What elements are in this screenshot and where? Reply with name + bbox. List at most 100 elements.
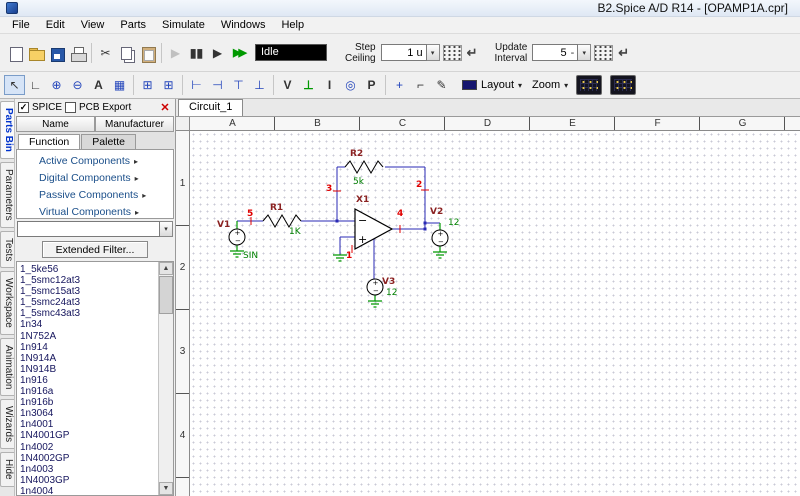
menu-item[interactable]: File [4,18,38,32]
part-list-item[interactable]: 1n916 [20,375,158,386]
layout-dropdown[interactable]: Layout ▾ [462,79,522,91]
category-item[interactable]: Active Components▸ [17,153,173,170]
v1-value[interactable]: SIN [243,251,258,261]
x1-label[interactable]: X1 [356,195,369,205]
part-list-item[interactable]: 1_5smc43at3 [20,308,158,319]
new-file-icon[interactable] [4,42,25,64]
tab-animation[interactable]: Animation [0,338,14,396]
menu-item[interactable]: Simulate [154,18,213,32]
menu-item[interactable]: Help [273,18,312,32]
pin-up-icon[interactable]: ⊤ [228,75,249,95]
pin-left-icon[interactable]: ⊢ [186,75,207,95]
parts-grid-icon[interactable]: ⊞ [137,75,158,95]
tab-function[interactable]: Function [18,134,80,149]
update-interval-dropdown[interactable]: ▾ [578,44,591,61]
separator[interactable] [133,75,134,95]
part-list-item[interactable]: 1N4001GP [20,430,158,441]
resistor-r1[interactable] [263,215,301,227]
separator[interactable] [182,75,183,95]
tab-palette[interactable]: Palette [81,134,136,149]
part-search-combobox[interactable] [17,221,160,237]
category-item[interactable]: Digital Components▸ [17,170,173,187]
power-probe-icon[interactable]: P [361,75,382,95]
spice-checkbox[interactable]: ✓ [18,102,29,113]
save-icon[interactable] [46,42,67,64]
part-list-item[interactable]: 1N4002GP [20,453,158,464]
part-list-item[interactable]: 1n34 [20,319,158,330]
part-list-item[interactable]: 1N752A [20,331,158,342]
voltage-probe-icon[interactable]: V [277,75,298,95]
category-item[interactable]: Virtual Components▸ [17,204,173,221]
probe-icon[interactable]: ◎ [340,75,361,95]
corner-tool-icon[interactable]: ⌐ [410,75,431,95]
v3-value[interactable]: 12 [386,288,397,298]
tab-wizards[interactable]: Wizards [0,399,14,449]
part-list-item[interactable]: 1n4004 [20,486,158,496]
separator[interactable] [91,43,92,63]
wire-tool-icon[interactable]: ∟ [25,75,46,95]
tab-circuit-1[interactable]: Circuit_1 [178,99,243,116]
name-column-button[interactable]: Name [16,116,95,132]
print-icon[interactable] [67,42,88,64]
pin-down-icon[interactable]: ⊥ [249,75,270,95]
ground-icon[interactable]: ⊥ [298,75,319,95]
text-tool-icon[interactable]: A [88,75,109,95]
pcb-export-checkbox[interactable] [65,102,76,113]
paste-icon[interactable] [137,42,158,64]
close-panel-icon[interactable]: ✕ [158,101,172,114]
menu-item[interactable]: Edit [38,18,73,32]
pen-tool-icon[interactable]: ✎ [431,75,452,95]
r2-value[interactable]: 5k [353,177,365,187]
run-icon[interactable]: ▶▶ [228,42,249,64]
open-folder-icon[interactable] [25,42,46,64]
apply-step-icon[interactable]: ↵ [467,45,478,61]
part-list-item[interactable]: 1n916b [20,397,158,408]
part-list-item[interactable]: 1_5smc24at3 [20,297,158,308]
r1-value[interactable]: 1K [289,227,302,237]
menu-item[interactable]: View [73,18,113,32]
cut-icon[interactable]: ✂ [95,42,116,64]
extended-filter-button[interactable]: Extended Filter... [42,241,148,258]
copy-icon[interactable] [116,42,137,64]
part-list-item[interactable]: 1_5ke56 [20,264,158,275]
part-list-item[interactable]: 1_5smc12at3 [20,275,158,286]
v3-label[interactable]: V3 [382,277,395,287]
update-interval-input[interactable]: 5 - [532,44,578,61]
tab-hide[interactable]: Hide [0,452,14,487]
step-ceiling-spinner[interactable]: ▾ [427,44,440,61]
manufacturer-column-button[interactable]: Manufacturer [95,116,174,132]
schematic-canvas[interactable]: + − + − + − − + V1 SIN R1 [190,131,800,496]
scroll-down-icon[interactable]: ▼ [159,482,173,495]
v1-label[interactable]: V1 [217,220,230,230]
parts-list-scrollbar[interactable]: ▲ ▼ [158,262,173,495]
tab-workspace[interactable]: Workspace [0,271,14,335]
zoom-in-icon[interactable]: ⊕ [46,75,67,95]
part-list-item[interactable]: 1N4003GP [20,475,158,486]
resistor-r2[interactable] [345,161,383,173]
part-list-item[interactable]: 1n4003 [20,464,158,475]
play-icon[interactable]: ▶ [207,42,228,64]
step-ceiling-options-button[interactable] [443,45,462,61]
scrollbar-thumb[interactable] [159,276,173,314]
tab-parts-bin[interactable]: Parts Bin [0,101,14,159]
select-tool-icon[interactable]: ↖ [4,75,25,95]
parts-grid-alt-icon[interactable]: ⊞ [158,75,179,95]
part-list-item[interactable]: 1n914 [20,342,158,353]
zoom-dropdown[interactable]: Zoom ▾ [532,79,568,91]
wires[interactable] [237,167,440,279]
part-list-item[interactable]: 1n4002 [20,442,158,453]
update-interval-options-button[interactable] [594,45,613,61]
separator[interactable] [161,43,162,63]
pin-right-icon[interactable]: ⊣ [207,75,228,95]
v2-label[interactable]: V2 [430,207,443,217]
r2-label[interactable]: R2 [350,149,363,159]
part-list-item[interactable]: 1_5smc15at3 [20,286,158,297]
part-list-item[interactable]: 1n4001 [20,419,158,430]
separator[interactable] [273,75,274,95]
menu-item[interactable]: Windows [213,18,274,32]
ic-tool-icon[interactable]: ▦ [109,75,130,95]
part-list-item[interactable]: 1N914B [20,364,158,375]
apply-interval-icon[interactable]: ↵ [618,45,629,61]
scroll-up-icon[interactable]: ▲ [159,262,173,275]
menu-item[interactable]: Parts [112,18,154,32]
